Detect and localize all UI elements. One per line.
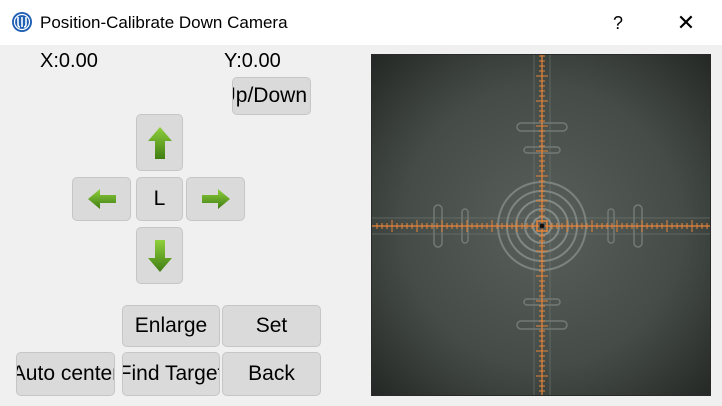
up-down-label: Up/Down [233, 84, 307, 107]
enlarge-button[interactable]: Enlarge [122, 305, 220, 347]
move-up-button[interactable] [136, 114, 183, 171]
set-label: Set [255, 314, 288, 337]
down-camera-view[interactable] [371, 54, 711, 396]
app-logo-icon [12, 12, 32, 32]
move-right-button[interactable] [186, 177, 245, 221]
set-button[interactable]: Set [222, 305, 321, 347]
arrow-down-icon [147, 239, 172, 272]
arrow-up-icon [147, 126, 172, 159]
center-l-label: L [153, 187, 166, 210]
close-button[interactable]: ✕ [662, 6, 710, 40]
move-left-button[interactable] [72, 177, 131, 221]
find-target-label: Find Target [122, 362, 220, 385]
auto-center-label: Auto center [16, 362, 115, 385]
up-down-button[interactable]: Up/Down [232, 77, 311, 115]
back-label: Back [248, 362, 295, 385]
enlarge-label: Enlarge [134, 314, 208, 337]
title-bar: Position-Calibrate Down Camera ? ✕ [0, 0, 722, 45]
camera-image [372, 55, 710, 395]
find-target-button[interactable]: Find Target [122, 352, 220, 396]
arrow-left-icon [87, 189, 116, 209]
help-button[interactable]: ? [598, 6, 638, 40]
auto-center-button[interactable]: Auto center [16, 352, 115, 396]
y-coordinate-label: Y:0.00 [224, 50, 281, 72]
center-l-button[interactable]: L [136, 177, 183, 221]
move-down-button[interactable] [136, 227, 183, 284]
back-button[interactable]: Back [222, 352, 321, 396]
arrow-right-icon [201, 189, 230, 209]
x-coordinate-label: X:0.00 [40, 50, 98, 72]
window-title: Position-Calibrate Down Camera [40, 13, 288, 32]
